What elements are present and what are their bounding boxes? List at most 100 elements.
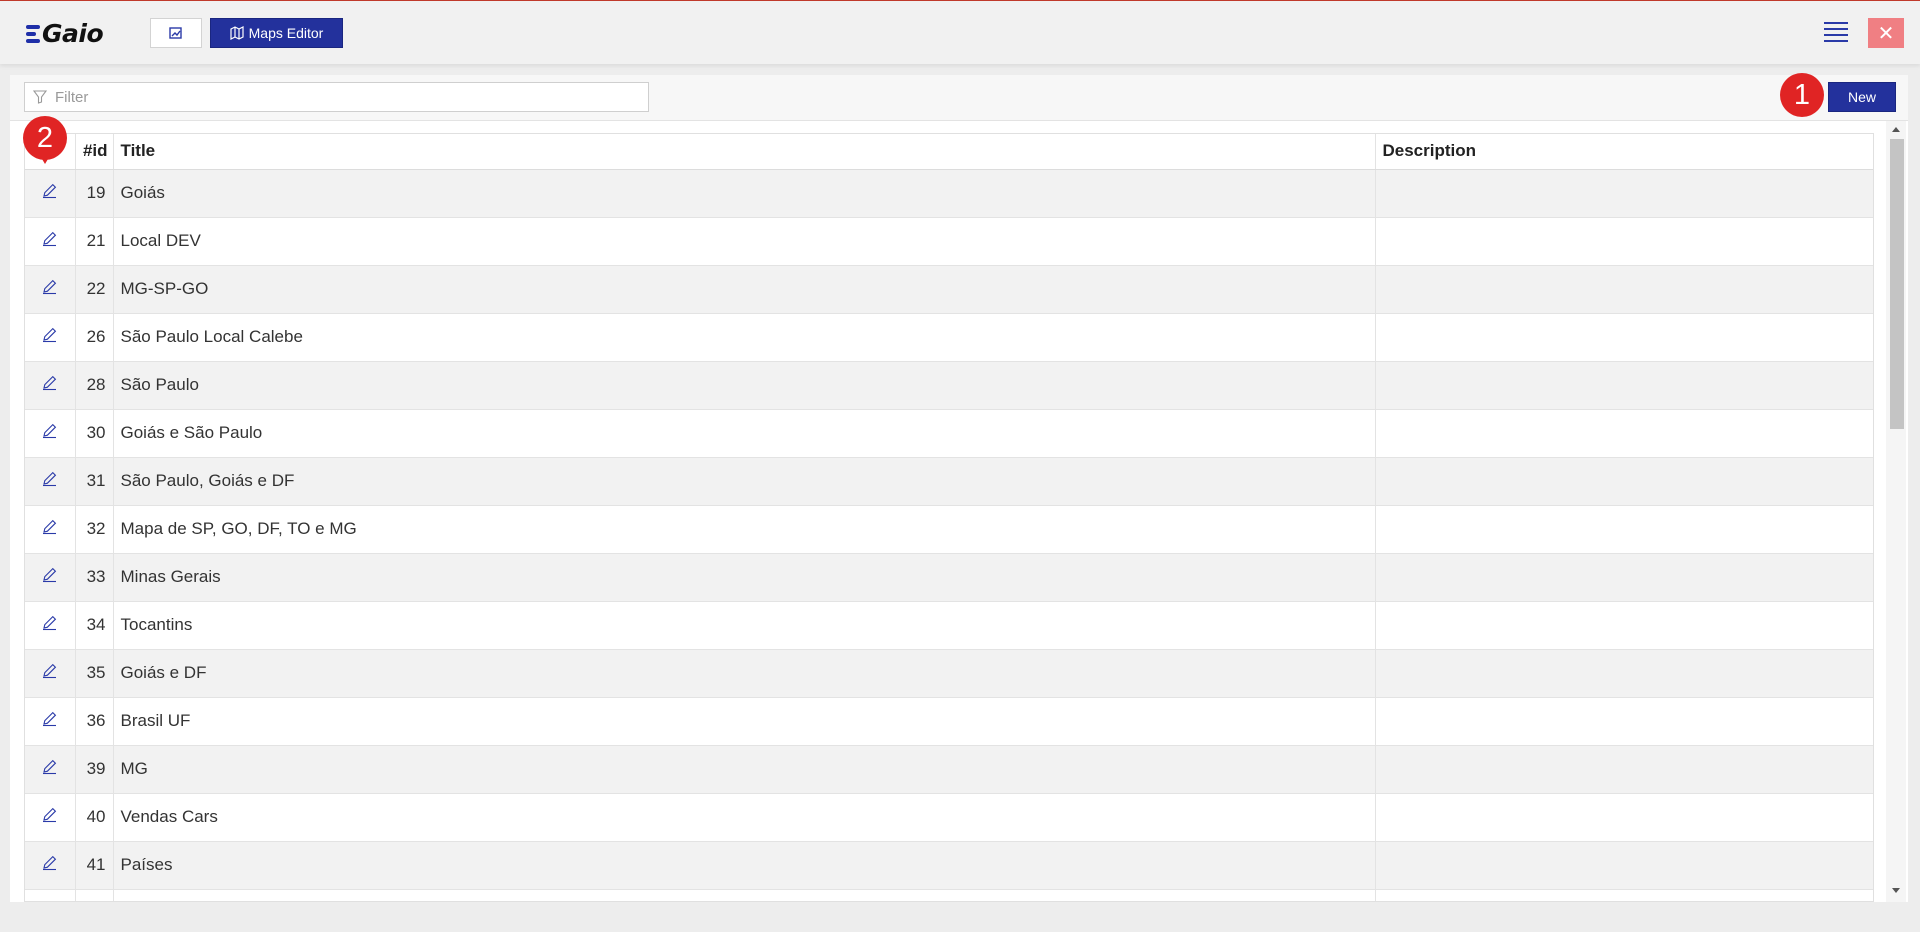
scrollbar-thumb[interactable] — [1890, 139, 1904, 429]
table-row[interactable]: 32 Mapa de SP, GO, DF, TO e MG — [25, 505, 1873, 554]
column-header-title[interactable]: Title — [113, 134, 1376, 170]
edit-pencil-icon[interactable] — [41, 566, 58, 583]
edit-pencil-icon[interactable] — [41, 230, 58, 247]
row-description — [1375, 889, 1873, 901]
row-title: São Paulo, Goiás e DF — [113, 457, 1376, 506]
table-row[interactable]: 39 MG — [25, 745, 1873, 794]
filter-input[interactable] — [55, 88, 648, 106]
column-header-description[interactable]: Description — [1375, 134, 1873, 170]
row-title — [113, 889, 1376, 901]
table-row[interactable]: 19 Goiás — [25, 169, 1873, 218]
edit-cell — [25, 265, 76, 314]
row-description — [1375, 505, 1873, 554]
maps-editor-button[interactable]: Maps Editor — [210, 18, 343, 48]
edit-cell — [25, 841, 76, 890]
edit-pencil-icon[interactable] — [41, 854, 58, 871]
edit-cell — [25, 361, 76, 410]
table-row[interactable]: 21 Local DEV — [25, 217, 1873, 266]
edit-cell — [25, 553, 76, 602]
row-description — [1375, 793, 1873, 842]
row-title: Minas Gerais — [113, 553, 1376, 602]
hamburger-menu-icon[interactable] — [1824, 22, 1848, 42]
table-row[interactable]: 22 MG-SP-GO — [25, 265, 1873, 314]
row-title: Goiás — [113, 169, 1376, 218]
edit-cell — [25, 697, 76, 746]
row-description — [1375, 649, 1873, 698]
close-button[interactable]: ✕ — [1868, 18, 1904, 48]
column-header-id[interactable]: #id — [75, 134, 114, 170]
row-id: 32 — [75, 505, 114, 554]
row-description — [1375, 841, 1873, 890]
row-id: 39 — [75, 745, 114, 794]
row-id: 26 — [75, 313, 114, 362]
edit-pencil-icon[interactable] — [41, 710, 58, 727]
row-id: 22 — [75, 265, 114, 314]
edit-cell — [25, 745, 76, 794]
edit-pencil-icon[interactable] — [41, 806, 58, 823]
scroll-up-arrow-icon[interactable] — [1892, 127, 1900, 132]
edit-pencil-icon[interactable] — [41, 758, 58, 775]
row-title: Tocantins — [113, 601, 1376, 650]
logo-mark-icon — [26, 24, 40, 43]
row-id: 33 — [75, 553, 114, 602]
edit-cell — [25, 601, 76, 650]
maps-editor-label: Maps Editor — [248, 25, 324, 41]
row-description — [1375, 697, 1873, 746]
edit-pencil-icon[interactable] — [41, 518, 58, 535]
row-title: Goiás e São Paulo — [113, 409, 1376, 458]
row-id: 21 — [75, 217, 114, 266]
edit-pencil-icon[interactable] — [41, 182, 58, 199]
gaio-logo[interactable]: Gaio — [26, 19, 104, 48]
table-row[interactable]: 41 Países — [25, 841, 1873, 890]
edit-cell — [25, 313, 76, 362]
edit-pencil-icon[interactable] — [41, 470, 58, 487]
edit-pencil-icon[interactable] — [41, 326, 58, 343]
edit-cell — [25, 169, 76, 218]
row-id — [75, 889, 114, 901]
table-row[interactable]: 40 Vendas Cars — [25, 793, 1873, 842]
scroll-down-arrow-icon[interactable] — [1892, 888, 1900, 893]
row-id: 28 — [75, 361, 114, 410]
filter-field[interactable] — [24, 82, 649, 112]
row-description — [1375, 745, 1873, 794]
row-title: Brasil UF — [113, 697, 1376, 746]
vertical-scrollbar[interactable] — [1886, 121, 1906, 902]
table-row[interactable]: 30 Goiás e São Paulo — [25, 409, 1873, 458]
table-row[interactable]: 26 São Paulo Local Calebe — [25, 313, 1873, 362]
edit-pencil-icon[interactable] — [41, 278, 58, 295]
edit-pencil-icon[interactable] — [41, 422, 58, 439]
new-button[interactable]: New — [1828, 82, 1896, 112]
edit-cell — [25, 457, 76, 506]
row-description — [1375, 409, 1873, 458]
edit-pencil-icon[interactable] — [41, 374, 58, 391]
edit-pencil-icon[interactable] — [41, 662, 58, 679]
edit-cell — [25, 649, 76, 698]
table-row[interactable]: 28 São Paulo — [25, 361, 1873, 410]
table-row[interactable]: 36 Brasil UF — [25, 697, 1873, 746]
row-description — [1375, 601, 1873, 650]
step-badge-1: 1 — [1780, 73, 1824, 117]
table-row[interactable]: 33 Minas Gerais — [25, 553, 1873, 602]
row-description — [1375, 553, 1873, 602]
filter-icon — [33, 90, 47, 104]
maps-table: #id Title Description 19 Goiás 21 Local DEV… — [24, 133, 1874, 902]
row-id: 34 — [75, 601, 114, 650]
top-bar: Gaio Maps Editor ✕ — [0, 0, 1920, 64]
edit-chart-button[interactable] — [150, 18, 202, 48]
edit-cell — [25, 217, 76, 266]
row-description — [1375, 361, 1873, 410]
close-icon: ✕ — [1877, 22, 1895, 45]
row-description — [1375, 313, 1873, 362]
table-header-row: #id Title Description — [25, 134, 1873, 170]
row-description — [1375, 265, 1873, 314]
row-description — [1375, 457, 1873, 506]
edit-pencil-icon[interactable] — [41, 614, 58, 631]
table-row[interactable]: 35 Goiás e DF — [25, 649, 1873, 698]
row-title: São Paulo — [113, 361, 1376, 410]
table-row[interactable]: 34 Tocantins — [25, 601, 1873, 650]
row-title: MG-SP-GO — [113, 265, 1376, 314]
row-title: Países — [113, 841, 1376, 890]
table-row[interactable] — [25, 889, 1873, 901]
table-row[interactable]: 31 São Paulo, Goiás e DF — [25, 457, 1873, 506]
row-title: Local DEV — [113, 217, 1376, 266]
